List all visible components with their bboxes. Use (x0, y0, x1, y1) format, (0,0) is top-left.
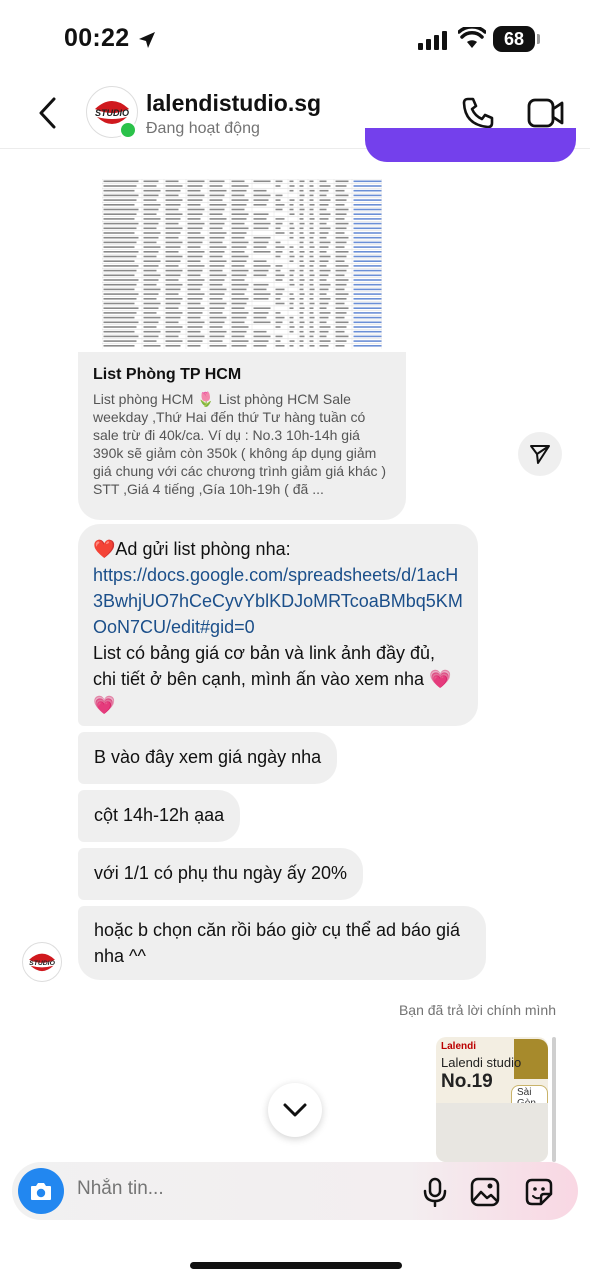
message-line: ❤️Ad gửi list phòng nha: (93, 536, 463, 562)
message-composer (12, 1162, 578, 1220)
home-indicator (190, 1262, 402, 1269)
message-bubble[interactable]: cột 14h-12h ạaa (78, 790, 241, 842)
message-input[interactable] (77, 1178, 397, 1200)
sticker-icon[interactable] (523, 1176, 555, 1208)
phone-icon[interactable] (460, 95, 496, 131)
message-text-detail: List có bảng giá cơ bản và link ảnh đầy … (93, 643, 436, 689)
image-room-photo (436, 1103, 548, 1162)
microphone-icon[interactable] (422, 1177, 448, 1207)
camera-icon (31, 1183, 51, 1200)
message-text: Ad gửi list phòng nha: (115, 539, 291, 559)
status-bar: 00:22 68 (0, 0, 590, 80)
presence-status: Đang hoạt động (146, 120, 260, 137)
chevron-down-icon (283, 1103, 307, 1117)
replied-image[interactable]: Lalendi Lalendi studio No.19 Sài Gòn (436, 1037, 548, 1162)
message-bubble[interactable]: B vào đây xem giá ngày nha (78, 732, 338, 784)
camera-button[interactable] (18, 1168, 64, 1214)
signal-icon (418, 31, 447, 50)
image-brand-text: Lalendi studio (441, 1055, 522, 1070)
reply-quote-bar (552, 1037, 556, 1162)
wifi-icon (458, 27, 486, 48)
avatar-logo-text: STUDIO (95, 108, 129, 118)
gallery-icon[interactable] (470, 1177, 500, 1207)
link-preview-card[interactable]: List Phòng TP HCM List phòng HCM 🌷 List … (78, 352, 406, 520)
message-bubble[interactable]: hoặc b chọn căn rồi báo giờ cụ thể ad bá… (78, 906, 486, 980)
avatar-logo-text: STUDIO (29, 960, 55, 967)
message-bubble[interactable]: với 1/1 có phụ thu ngày ấy 20% (78, 848, 363, 900)
online-status-dot (119, 121, 137, 139)
status-time: 00:22 (64, 24, 130, 52)
back-chevron-icon[interactable] (36, 95, 60, 131)
image-logo: Lalendi (441, 1041, 477, 1052)
scroll-down-button[interactable] (268, 1083, 322, 1137)
sender-avatar[interactable]: STUDIO (22, 942, 62, 982)
battery-tip (537, 34, 540, 44)
heart-emoji-2: 💗 (429, 669, 452, 689)
video-camera-icon[interactable] (527, 97, 565, 129)
spreadsheet-image (102, 179, 382, 349)
battery-icon: 68 (493, 26, 535, 52)
reply-note: Bạn đã trả lời chính mình (398, 1002, 556, 1018)
heart-emoji-3: 💗 (93, 695, 116, 715)
message-bubble-list[interactable]: ❤️Ad gửi list phòng nha: https://docs.go… (78, 524, 478, 726)
link-preview-title: List Phòng TP HCM (93, 366, 242, 383)
message-text-2: List có bảng giá cơ bản và link ảnh đầy … (93, 640, 463, 718)
link-preview-description: List phòng HCM 🌷 List phòng HCM Sale wee… (93, 391, 387, 497)
spreadsheet-link[interactable]: https://docs.google.com/spreadsheets/d/1… (93, 562, 463, 640)
share-button[interactable] (518, 432, 562, 476)
location-arrow-icon (139, 32, 155, 48)
spreadsheet-thumbnail[interactable] (78, 175, 406, 353)
heart-emoji: ❤️ (93, 539, 116, 559)
share-send-icon (530, 445, 550, 464)
contact-name[interactable]: lalendistudio.sg (146, 90, 321, 117)
studio-logo-icon: STUDIO (29, 953, 56, 972)
sent-message-bubble[interactable] (365, 128, 576, 162)
image-room-number: No.19 (441, 1071, 493, 1092)
